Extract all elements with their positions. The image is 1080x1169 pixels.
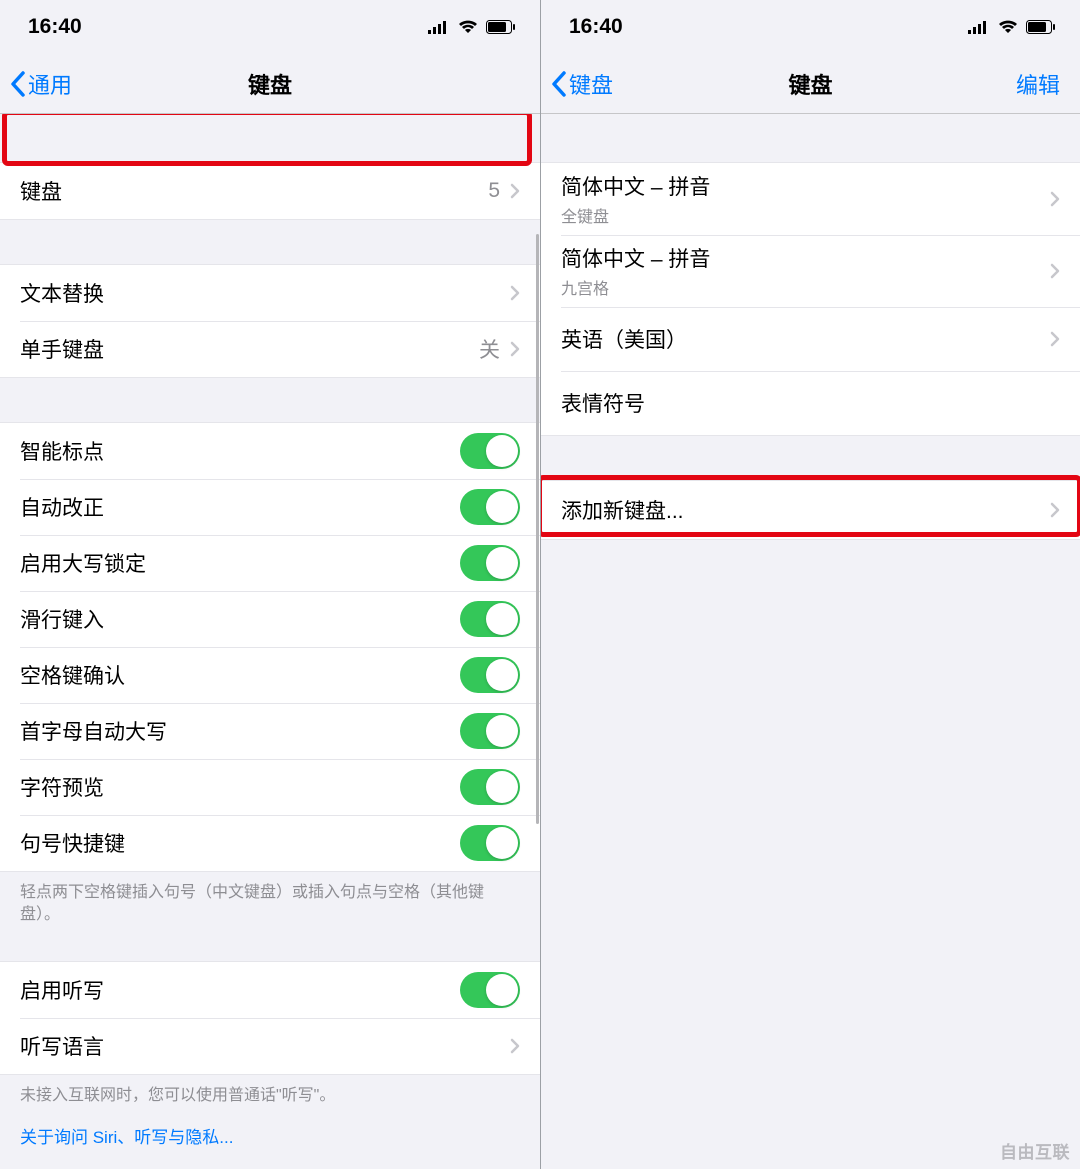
content-scroll[interactable]: 简体中文 – 拼音 全键盘 简体中文 – 拼音 九宫格 英语（美国） 表情符号 … bbox=[541, 114, 1080, 1169]
chevron-right-icon bbox=[1050, 331, 1060, 347]
screen-keyboard-list: 16:40 键盘 键盘 编辑 简体中文 – 拼音 全键盘 bbox=[540, 0, 1080, 1169]
battery-icon bbox=[486, 20, 516, 34]
row-char-preview[interactable]: 字符预览 bbox=[0, 759, 540, 815]
cell-label: 添加新键盘... bbox=[561, 495, 1060, 525]
status-bar: 16:40 bbox=[0, 0, 540, 54]
section-toggles: 智能标点 自动改正 启用大写锁定 滑行键入 空格键确认 首字母自动大写 bbox=[0, 422, 540, 872]
status-icons bbox=[968, 20, 1056, 34]
cellular-signal-icon bbox=[428, 20, 450, 34]
toggle-switch[interactable] bbox=[460, 972, 520, 1008]
cell-label: 启用听写 bbox=[20, 975, 460, 1005]
cell-label: 英语（美国） bbox=[561, 324, 1060, 354]
row-add-keyboard[interactable]: 添加新键盘... bbox=[541, 481, 1080, 539]
cell-label: 听写语言 bbox=[20, 1031, 510, 1061]
scrollbar[interactable] bbox=[536, 234, 539, 824]
row-enable-dictation[interactable]: 启用听写 bbox=[0, 962, 540, 1018]
section-add-keyboard: 添加新键盘... bbox=[541, 480, 1080, 540]
toggle-switch[interactable] bbox=[460, 769, 520, 805]
cell-label: 首字母自动大写 bbox=[20, 716, 460, 746]
row-dictation-language[interactable]: 听写语言 bbox=[0, 1018, 540, 1074]
battery-icon bbox=[1026, 20, 1056, 34]
chevron-right-icon bbox=[510, 1038, 520, 1054]
page-title: 键盘 bbox=[0, 68, 540, 100]
row-auto-capitalize[interactable]: 首字母自动大写 bbox=[0, 703, 540, 759]
status-bar: 16:40 bbox=[541, 0, 1080, 54]
row-smart-punctuation[interactable]: 智能标点 bbox=[0, 423, 540, 479]
cell-label: 表情符号 bbox=[561, 388, 1060, 418]
cell-label: 单手键盘 bbox=[20, 334, 479, 364]
toggle-switch[interactable] bbox=[460, 713, 520, 749]
cell-subtitle: 九宫格 bbox=[561, 275, 609, 299]
status-time: 16:40 bbox=[569, 15, 623, 39]
section-keyboards-list: 简体中文 – 拼音 全键盘 简体中文 – 拼音 九宫格 英语（美国） 表情符号 bbox=[541, 162, 1080, 436]
toggle-switch[interactable] bbox=[460, 489, 520, 525]
section-dictation: 启用听写 听写语言 bbox=[0, 961, 540, 1075]
status-time: 16:40 bbox=[28, 15, 82, 39]
nav-bar: 通用 键盘 bbox=[0, 54, 540, 114]
toggle-switch[interactable] bbox=[460, 433, 520, 469]
privacy-link[interactable]: 关于询问 Siri、听写与隐私... bbox=[0, 1117, 540, 1154]
cell-value: 关 bbox=[479, 334, 500, 364]
section-text: 文本替换 单手键盘 关 bbox=[0, 264, 540, 378]
edit-button[interactable]: 编辑 bbox=[1016, 68, 1060, 100]
toggle-switch[interactable] bbox=[460, 825, 520, 861]
row-slide-type[interactable]: 滑行键入 bbox=[0, 591, 540, 647]
cell-label: 自动改正 bbox=[20, 492, 460, 522]
chevron-right-icon bbox=[1050, 502, 1060, 518]
row-caps-lock[interactable]: 启用大写锁定 bbox=[0, 535, 540, 591]
chevron-right-icon bbox=[1050, 263, 1060, 279]
content-scroll[interactable]: 键盘 5 文本替换 单手键盘 关 智能标点 自动改正 bbox=[0, 114, 540, 1169]
row-one-handed[interactable]: 单手键盘 关 bbox=[0, 321, 540, 377]
cell-label: 空格键确认 bbox=[20, 660, 460, 690]
cell-label: 句号快捷键 bbox=[20, 828, 460, 858]
row-keyboards[interactable]: 键盘 5 bbox=[0, 163, 540, 219]
cell-label: 文本替换 bbox=[20, 278, 510, 308]
cellular-signal-icon bbox=[968, 20, 990, 34]
toggle-switch[interactable] bbox=[460, 657, 520, 693]
row-keyboard-item[interactable]: 简体中文 – 拼音 全键盘 bbox=[541, 163, 1080, 235]
wifi-icon bbox=[998, 20, 1018, 34]
nav-bar: 键盘 键盘 编辑 bbox=[541, 54, 1080, 114]
section-keyboards: 键盘 5 bbox=[0, 162, 540, 220]
chevron-right-icon bbox=[510, 183, 520, 199]
row-text-replacement[interactable]: 文本替换 bbox=[0, 265, 540, 321]
cell-label: 滑行键入 bbox=[20, 604, 460, 634]
cell-label: 简体中文 – 拼音 bbox=[561, 243, 710, 273]
row-keyboard-item[interactable]: 英语（美国） bbox=[541, 307, 1080, 371]
page-title: 键盘 bbox=[541, 68, 1080, 100]
row-keyboard-item[interactable]: 简体中文 – 拼音 九宫格 bbox=[541, 235, 1080, 307]
section-footer: 未接入互联网时，您可以使用普通话"听写"。 bbox=[0, 1075, 540, 1117]
toggle-switch[interactable] bbox=[460, 545, 520, 581]
watermark: 自由互联 bbox=[1000, 1138, 1070, 1163]
cell-label: 键盘 bbox=[20, 176, 488, 206]
cell-label: 智能标点 bbox=[20, 436, 460, 466]
cell-label: 简体中文 – 拼音 bbox=[561, 171, 710, 201]
row-space-confirm[interactable]: 空格键确认 bbox=[0, 647, 540, 703]
cell-label: 启用大写锁定 bbox=[20, 548, 460, 578]
section-footer: 轻点两下空格键插入句号（中文键盘）或插入句点与空格（其他键盘）。 bbox=[0, 872, 540, 937]
cell-label: 字符预览 bbox=[20, 772, 460, 802]
row-auto-correct[interactable]: 自动改正 bbox=[0, 479, 540, 535]
cell-value: 5 bbox=[488, 179, 500, 203]
row-period-shortcut[interactable]: 句号快捷键 bbox=[0, 815, 540, 871]
status-icons bbox=[428, 20, 516, 34]
wifi-icon bbox=[458, 20, 478, 34]
cell-subtitle: 全键盘 bbox=[561, 203, 609, 227]
row-keyboard-item[interactable]: 表情符号 bbox=[541, 371, 1080, 435]
chevron-right-icon bbox=[1050, 191, 1060, 207]
screen-keyboard-settings: 16:40 通用 键盘 键盘 5 bbox=[0, 0, 540, 1169]
chevron-right-icon bbox=[510, 341, 520, 357]
toggle-switch[interactable] bbox=[460, 601, 520, 637]
chevron-right-icon bbox=[510, 285, 520, 301]
